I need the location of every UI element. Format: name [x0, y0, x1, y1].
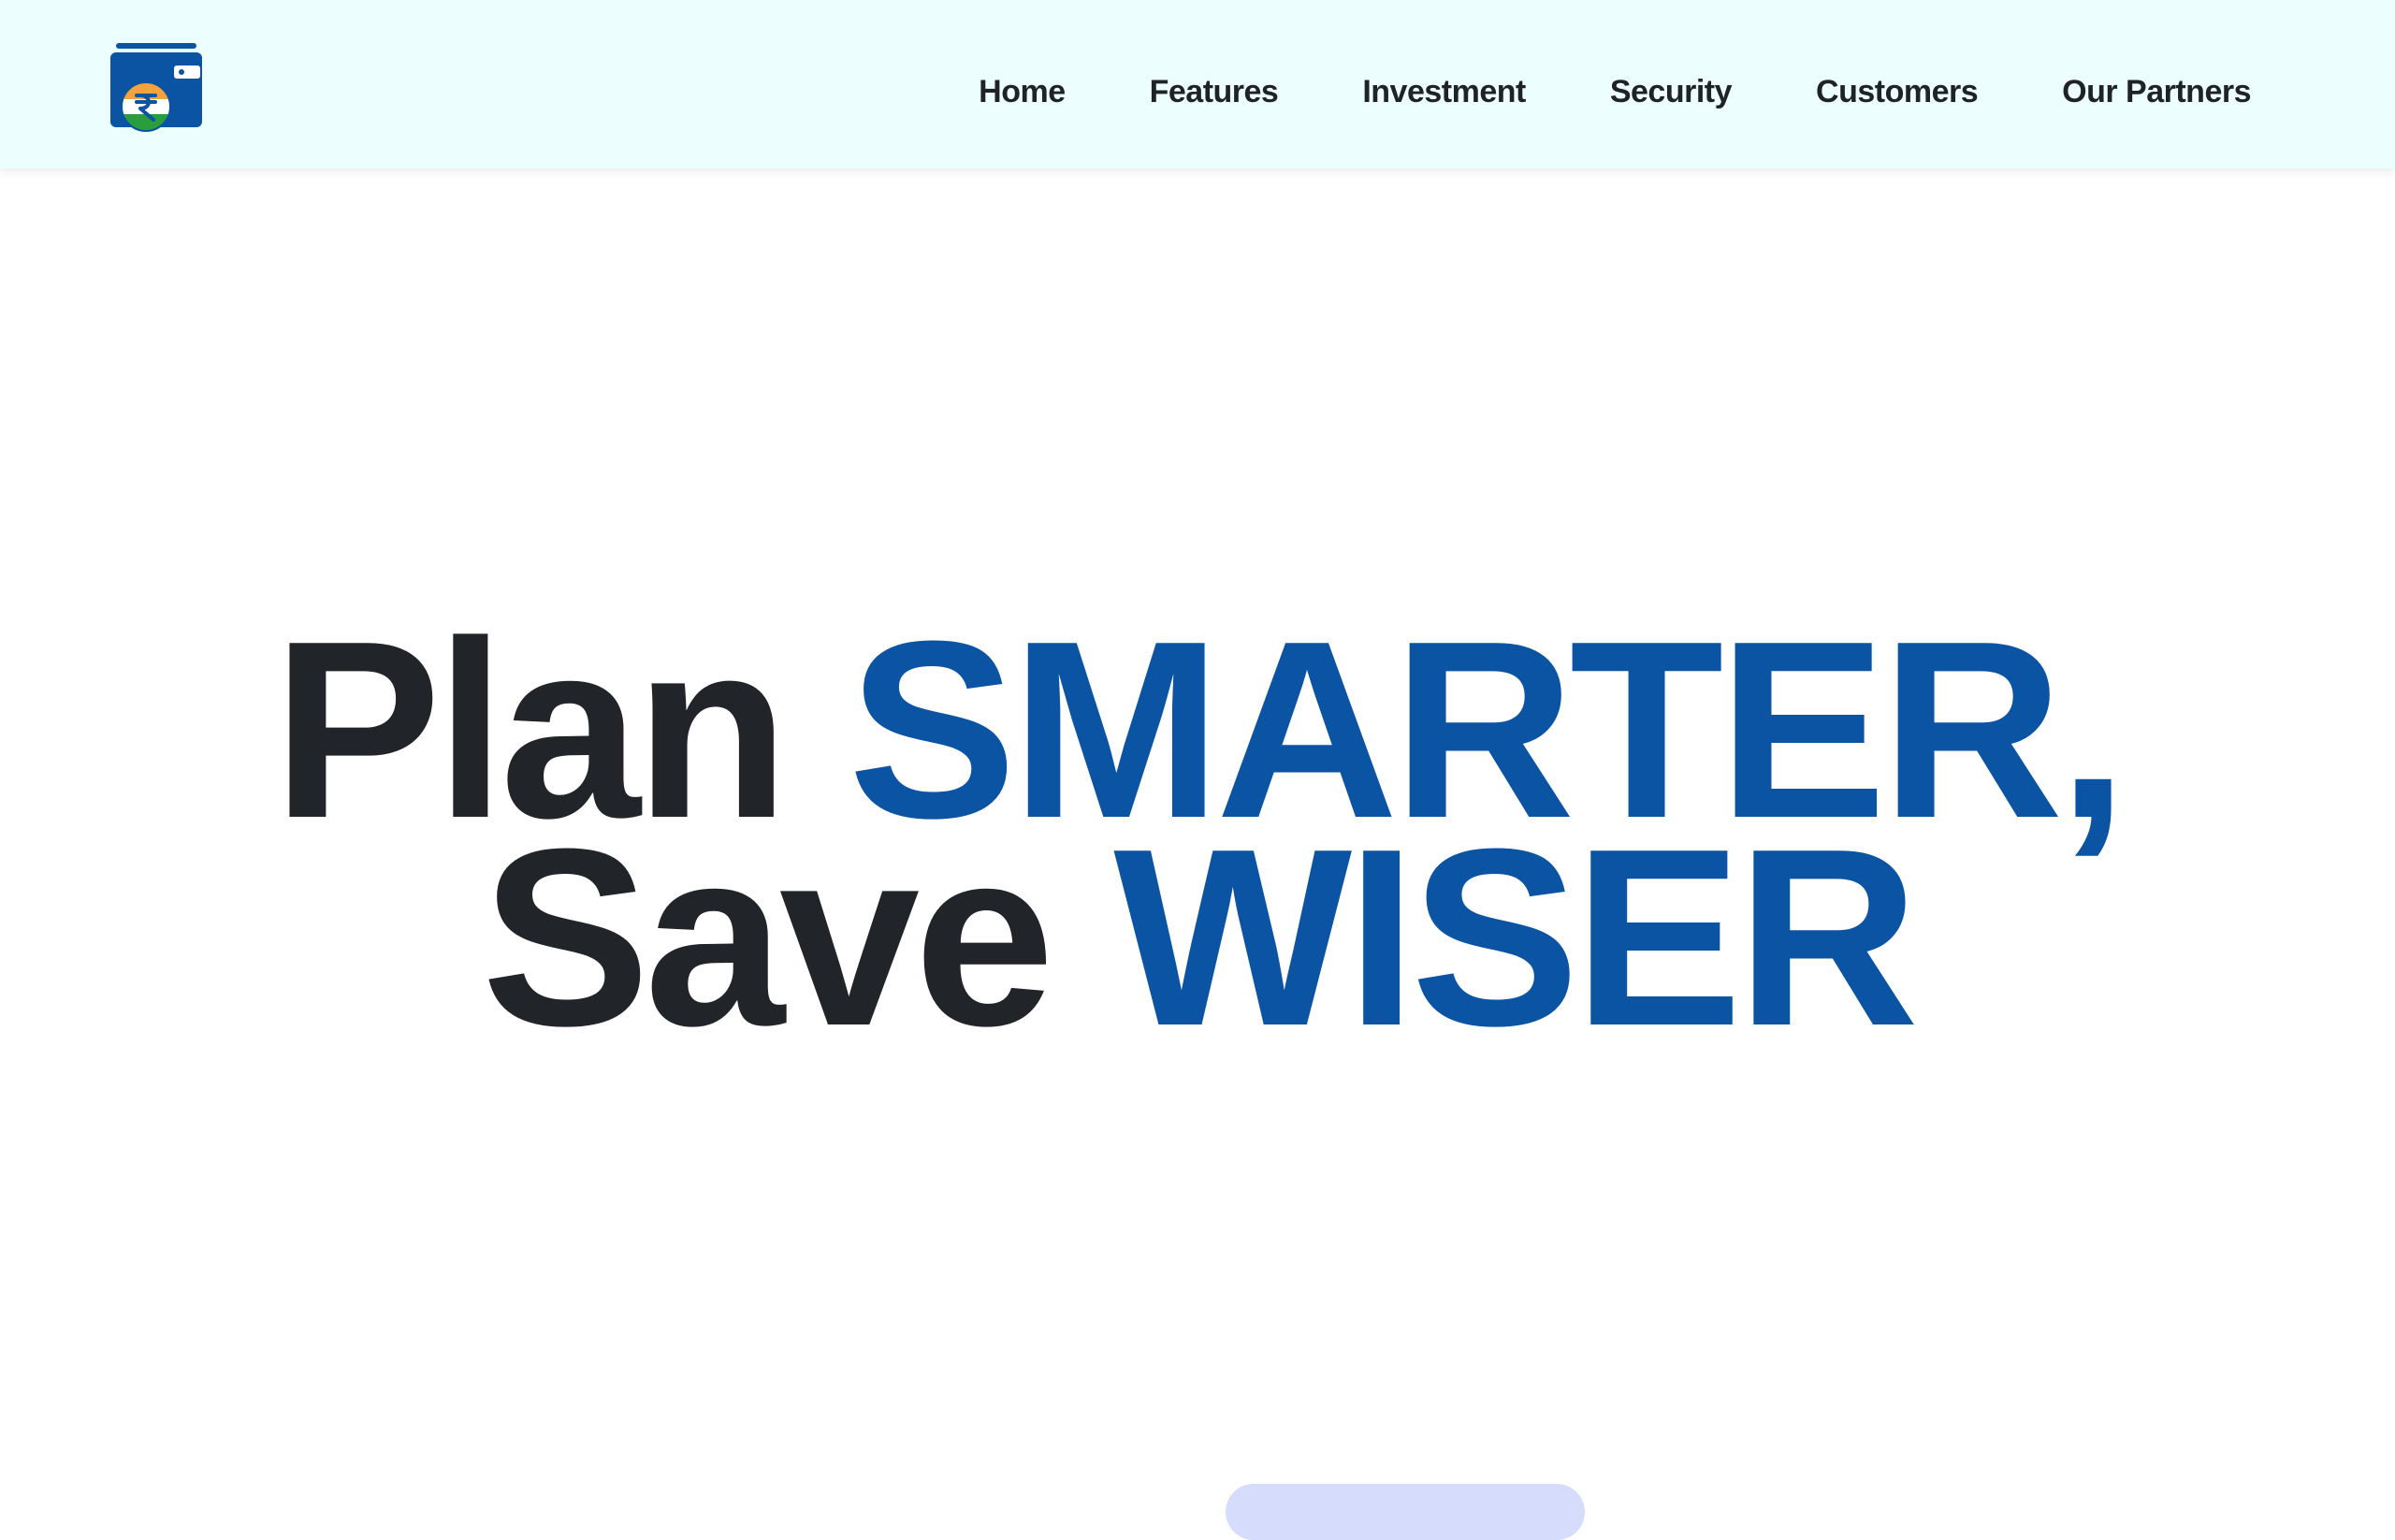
top-navbar: Home Features Investment Security Custom…	[0, 0, 2395, 168]
nav-link-home[interactable]: Home	[979, 74, 1066, 110]
hero-heading-save: Save	[481, 797, 1114, 1079]
nav-link-features[interactable]: Features	[1150, 74, 1279, 110]
hero-cta-button[interactable]	[1226, 1484, 1585, 1540]
nav-link-our-partners[interactable]: Our Partners	[2062, 74, 2251, 110]
nav-link-security[interactable]: Security	[1610, 74, 1733, 110]
nav-link-investment[interactable]: Investment	[1362, 74, 1526, 110]
nav-link-customers[interactable]: Customers	[1816, 74, 1979, 110]
hero-heading-wiser: WISER	[1113, 797, 1919, 1079]
main-navigation: Home Features Investment Security Custom…	[979, 0, 2251, 183]
wallet-rupee-logo-icon[interactable]	[109, 41, 204, 137]
hero-section: Plan SMARTER, Save WISER	[0, 604, 2395, 1065]
hero-heading: Plan SMARTER, Save WISER	[0, 604, 2395, 1065]
